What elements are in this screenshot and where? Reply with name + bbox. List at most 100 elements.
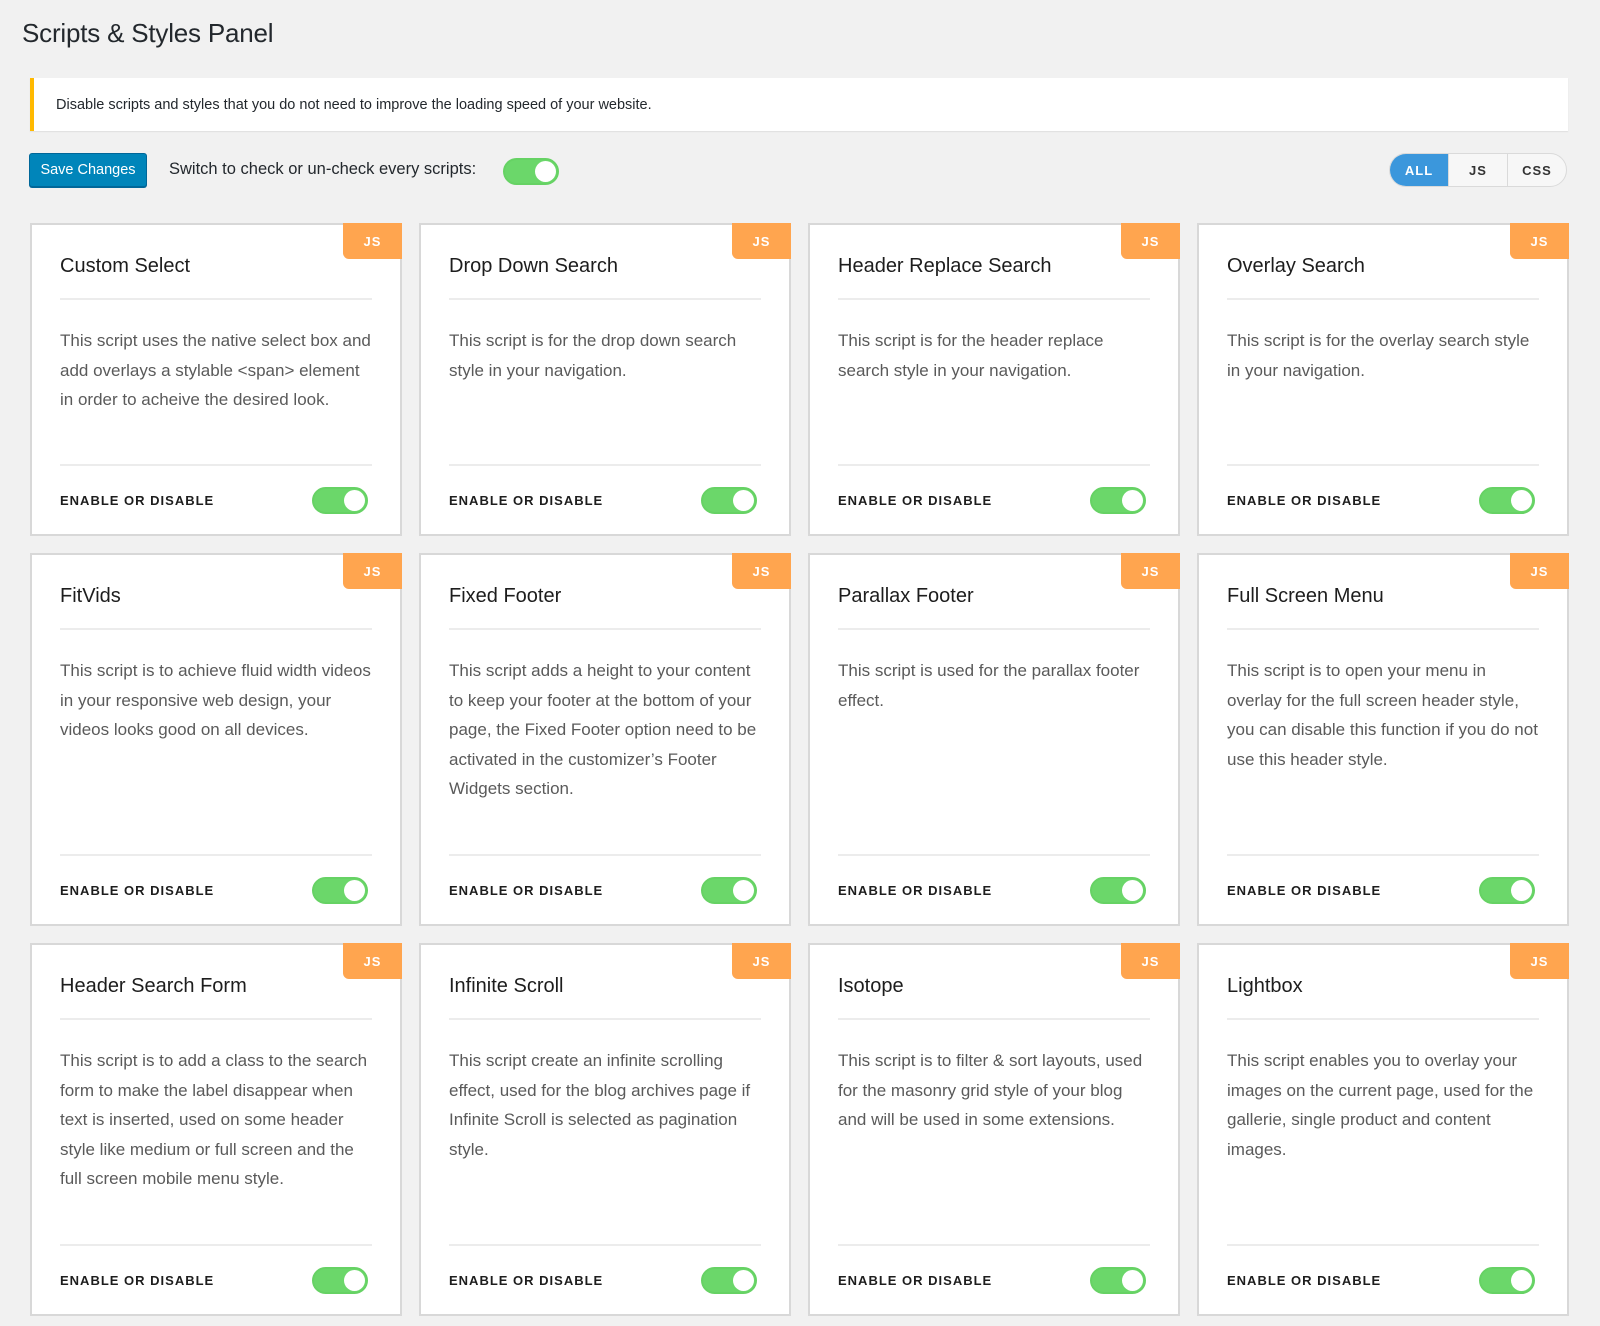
card-description: This script is used for the parallax foo…: [838, 661, 1140, 710]
type-badge: JS: [343, 223, 402, 259]
enable-disable-label: ENABLE OR DISABLE: [838, 882, 993, 898]
toggle-knob: [733, 1269, 754, 1291]
toggle-knob: [1511, 1269, 1532, 1291]
card-footer: ENABLE OR DISABLE: [60, 464, 372, 534]
toggle-knob: [535, 161, 556, 182]
enable-disable-label: ENABLE OR DISABLE: [60, 882, 215, 898]
card-title: Parallax Footer: [838, 555, 1150, 630]
card-footer: ENABLE OR DISABLE: [449, 854, 761, 924]
enable-disable-label: ENABLE OR DISABLE: [449, 882, 604, 898]
script-card: JS Infinite Scroll This script create an…: [419, 943, 791, 1316]
enable-disable-label: ENABLE OR DISABLE: [838, 492, 993, 508]
card-footer: ENABLE OR DISABLE: [838, 1244, 1150, 1314]
toggle-knob: [733, 489, 754, 511]
card-title: Infinite Scroll: [449, 945, 761, 1020]
script-card: JS Overlay Search This script is for the…: [1197, 223, 1569, 536]
script-toggle[interactable]: [701, 1266, 757, 1294]
enable-disable-label: ENABLE OR DISABLE: [1227, 492, 1382, 508]
toggle-knob: [344, 1269, 365, 1291]
toggle-knob: [1511, 489, 1532, 511]
enable-disable-label: ENABLE OR DISABLE: [60, 492, 215, 508]
type-badge: JS: [1121, 553, 1180, 589]
toggle-knob: [1511, 879, 1532, 901]
script-toggle[interactable]: [312, 876, 368, 904]
card-title: Isotope: [838, 945, 1150, 1020]
card-footer: ENABLE OR DISABLE: [838, 854, 1150, 924]
script-card: JS Header Replace Search This script is …: [808, 223, 1180, 536]
script-card: JS Lightbox This script enables you to o…: [1197, 943, 1569, 1316]
card-title: Drop Down Search: [449, 225, 761, 300]
script-toggle[interactable]: [1479, 1266, 1535, 1294]
script-card: JS Isotope This script is to filter & so…: [808, 943, 1180, 1316]
card-description: This script adds a height to your conten…: [449, 661, 757, 798]
scripts-grid: JS Custom Select This script uses the na…: [30, 223, 1569, 1316]
card-footer: ENABLE OR DISABLE: [1227, 464, 1539, 534]
card-footer: ENABLE OR DISABLE: [60, 1244, 372, 1314]
script-card: JS Header Search Form This script is to …: [30, 943, 402, 1316]
toggle-knob: [1122, 879, 1143, 901]
card-title: Overlay Search: [1227, 225, 1539, 300]
save-changes-button[interactable]: Save Changes: [29, 153, 147, 187]
type-badge: JS: [1121, 943, 1180, 979]
card-description: This script create an infinite scrolling…: [449, 1051, 751, 1159]
script-card: JS FitVids This script is to achieve flu…: [30, 553, 402, 926]
script-toggle[interactable]: [1479, 876, 1535, 904]
toolbar: Save Changes Switch to check or un-check…: [29, 153, 1569, 188]
script-toggle[interactable]: [312, 486, 368, 514]
script-toggle[interactable]: [701, 486, 757, 514]
card-title: Custom Select: [60, 225, 372, 300]
script-card: JS Parallax Footer This script is used f…: [808, 553, 1180, 926]
script-toggle[interactable]: [1479, 486, 1535, 514]
card-title: FitVids: [60, 555, 372, 630]
script-toggle[interactable]: [312, 1266, 368, 1294]
notice-text: Disable scripts and styles that you do n…: [56, 96, 652, 113]
card-description: This script is to open your menu in over…: [1227, 661, 1538, 769]
filter-css-button[interactable]: CSS: [1507, 154, 1566, 186]
card-title: Header Search Form: [60, 945, 372, 1020]
script-toggle[interactable]: [1090, 486, 1146, 514]
toggle-knob: [344, 489, 365, 511]
enable-disable-label: ENABLE OR DISABLE: [838, 1272, 993, 1288]
card-description: This script is for the header replace se…: [838, 331, 1104, 380]
type-badge: JS: [732, 223, 791, 259]
type-badge: JS: [1510, 223, 1569, 259]
card-description: This script enables you to overlay your …: [1227, 1051, 1534, 1159]
script-toggle[interactable]: [1090, 1266, 1146, 1294]
toggle-knob: [1122, 489, 1143, 511]
enable-disable-label: ENABLE OR DISABLE: [1227, 882, 1382, 898]
card-description: This script uses the native select box a…: [60, 331, 371, 409]
enable-disable-label: ENABLE OR DISABLE: [449, 1272, 604, 1288]
master-switch-label: Switch to check or un-check every script…: [169, 160, 477, 178]
script-toggle[interactable]: [1090, 876, 1146, 904]
type-badge: JS: [343, 553, 402, 589]
card-footer: ENABLE OR DISABLE: [1227, 854, 1539, 924]
card-footer: ENABLE OR DISABLE: [449, 464, 761, 534]
card-footer: ENABLE OR DISABLE: [449, 1244, 761, 1314]
type-badge: JS: [1510, 553, 1569, 589]
script-toggle[interactable]: [701, 876, 757, 904]
card-footer: ENABLE OR DISABLE: [60, 854, 372, 924]
filter-group: ALL JS CSS: [1389, 153, 1567, 187]
card-title: Header Replace Search: [838, 225, 1150, 300]
info-notice: Disable scripts and styles that you do n…: [30, 78, 1568, 131]
type-badge: JS: [732, 943, 791, 979]
filter-all-button[interactable]: ALL: [1390, 154, 1448, 186]
type-badge: JS: [1121, 223, 1180, 259]
card-description: This script is to filter & sort layouts,…: [838, 1051, 1143, 1129]
toggle-knob: [733, 879, 754, 901]
filter-js-button[interactable]: JS: [1448, 154, 1507, 186]
card-description: This script is for the drop down search …: [449, 331, 737, 380]
card-description: This script is for the overlay search st…: [1227, 331, 1530, 380]
enable-disable-label: ENABLE OR DISABLE: [449, 492, 604, 508]
card-title: Lightbox: [1227, 945, 1539, 1020]
master-toggle[interactable]: [503, 158, 559, 185]
card-title: Full Screen Menu: [1227, 555, 1539, 630]
type-badge: JS: [1510, 943, 1569, 979]
page-title: Scripts & Styles Panel: [22, 18, 274, 48]
card-footer: ENABLE OR DISABLE: [1227, 1244, 1539, 1314]
card-description: This script is to add a class to the sea…: [60, 1051, 368, 1188]
script-card: JS Fixed Footer This script adds a heigh…: [419, 553, 791, 926]
type-badge: JS: [732, 553, 791, 589]
toggle-knob: [344, 879, 365, 901]
toggle-knob: [1122, 1269, 1143, 1291]
